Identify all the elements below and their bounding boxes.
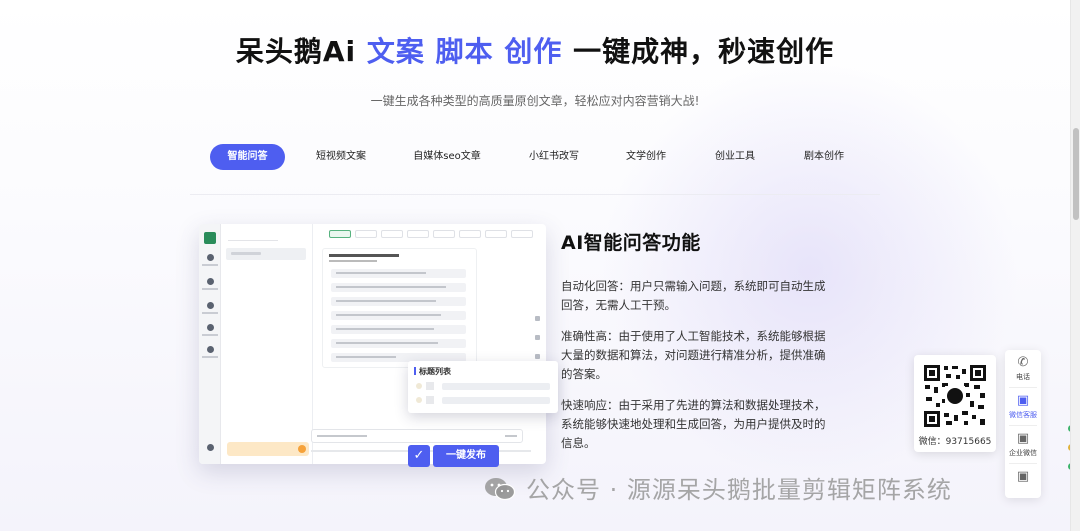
- hero-title-part-1: 呆头鹅Ai: [235, 35, 367, 68]
- contact-enterprise-wechat-label: 企业微信: [1009, 449, 1037, 457]
- feature-paragraph: 自动化回答：用户只需输入问题，系统即可自动生成回答，无需人工干预。: [561, 279, 826, 312]
- contact-more-button[interactable]: ▣: [1005, 464, 1041, 500]
- hero-title-part-2: 一键成神，秒速创作: [562, 35, 835, 68]
- contact-phone-label: 电话: [1016, 373, 1030, 381]
- nav-apps-icon: [207, 346, 214, 353]
- nav-chat-icon: [207, 254, 214, 261]
- wechat-id-label: 微信：93715665: [918, 437, 992, 447]
- app-nav-rail: [199, 224, 221, 464]
- qr-icon: ▣: [1016, 393, 1030, 408]
- floating-contact-bar: ✆ 电话 ▣ 微信客服 ▣ 企业微信 ▣: [1005, 350, 1041, 498]
- tab-startup-tools[interactable]: 创业工具: [709, 144, 761, 170]
- wechat-icon: [485, 478, 516, 501]
- nav-video-icon: [207, 324, 214, 331]
- contact-wechat-service-label: 微信客服: [1009, 411, 1037, 419]
- qr-icon: ▣: [1016, 469, 1030, 484]
- hero-title-accent: 文案 脚本 创作: [366, 35, 563, 68]
- qr-icon: ▣: [1016, 431, 1030, 446]
- app-question-input: [311, 429, 523, 443]
- phone-icon: ✆: [1017, 355, 1029, 370]
- contact-enterprise-wechat-button[interactable]: ▣ 企业微信: [1005, 426, 1041, 462]
- watermark-text: 公众号 · 源源呆头鹅批量剪辑矩阵系统: [526, 476, 952, 504]
- tab-seo-article[interactable]: 自媒体seo文章: [410, 144, 484, 170]
- page-scrollbar[interactable]: [1070, 0, 1080, 531]
- watermark: 公众号 · 源源呆头鹅批量剪辑矩阵系统: [484, 470, 952, 505]
- feature-paragraph: 快速响应：由于采用了先进的算法和数据处理技术，系统能够快速地处理和生成回答，为用…: [561, 398, 826, 450]
- wechat-qr-card: 微信：93715665: [914, 355, 996, 452]
- app-history-panel: [223, 224, 313, 464]
- tab-xiaohongshu-rewrite[interactable]: 小红书改写: [524, 144, 584, 170]
- title-list-popup: 标题列表: [408, 361, 558, 413]
- nav-image-icon: [207, 302, 214, 309]
- qr-code-icon: [922, 363, 988, 429]
- popup-title: 标题列表: [414, 366, 451, 377]
- tab-short-video-copy[interactable]: 短视频文案: [305, 144, 377, 170]
- nav-write-icon: [207, 278, 214, 285]
- tab-script-creation[interactable]: 剧本创作: [798, 144, 850, 170]
- tab-literary-creation[interactable]: 文学创作: [620, 144, 672, 170]
- nav-theme-icon: [207, 444, 214, 451]
- feature-title: AI智能问答功能: [561, 232, 701, 254]
- contact-wechat-service-button[interactable]: ▣ 微信客服: [1005, 388, 1041, 424]
- check-icon[interactable]: ✓: [408, 445, 430, 467]
- app-preview-screenshot: [199, 224, 546, 464]
- tab-smart-qa[interactable]: 智能问答: [210, 144, 285, 170]
- app-answer-card: [322, 248, 477, 368]
- feature-description: AI智能问答功能 自动化回答：用户只需输入问题，系统即可自动生成回答，无需人工干…: [561, 228, 831, 465]
- one-click-publish-button[interactable]: 一键发布: [433, 445, 499, 467]
- hero-title: 呆头鹅Ai 文案 脚本 创作 一键成神，秒速创作: [0, 30, 1070, 70]
- feature-paragraph: 准确性高：由于使用了人工智能技术，系统能够根据大量的数据和算法，对问题进行精准分…: [561, 329, 826, 381]
- hero-subtitle: 一键生成各种类型的高质量原创文章，轻松应对内容营销大战!: [370, 94, 700, 108]
- scrollbar-thumb[interactable]: [1073, 128, 1079, 220]
- contact-phone-button[interactable]: ✆ 电话: [1005, 350, 1041, 386]
- tabs-divider: [190, 194, 880, 195]
- app-logo-icon: [204, 232, 216, 244]
- app-promo-banner: [227, 442, 309, 456]
